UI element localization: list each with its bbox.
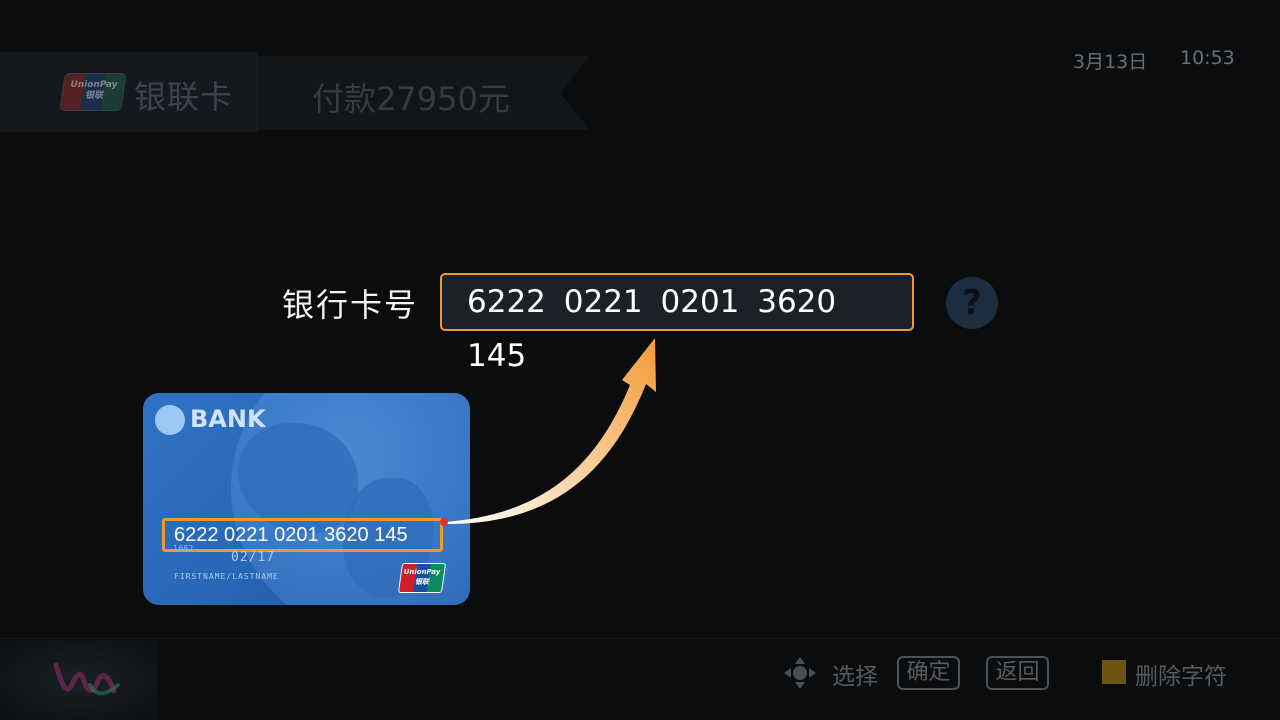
footer-divider — [0, 638, 1280, 639]
card-number-label: 银行卡号 — [282, 286, 419, 324]
status-date: 3月13日 — [1073, 51, 1148, 73]
bank-card-illustration: BANK 6222 0221 0201 3620 145 1682 02/17 … — [143, 393, 470, 605]
yellow-key-icon — [1102, 660, 1126, 684]
dpad-icon — [784, 657, 816, 689]
bank-name: BANK — [190, 405, 266, 433]
unionpay-logo-text: UnionPay 银联 — [70, 80, 118, 101]
brand-logo-icon — [53, 662, 120, 696]
illustration-small-digits: 1682 — [173, 544, 194, 553]
back-key-hint[interactable]: 返回 — [986, 656, 1049, 690]
card-number-input[interactable]: 6222 0221 0201 3620 145 — [440, 273, 914, 374]
payment-amount: 付款27950元 — [312, 80, 510, 118]
illustration-unionpay-text: UnionPay 银联 — [403, 568, 441, 586]
help-button[interactable]: ? — [946, 277, 998, 329]
illustration-expiry: 02/17 — [231, 550, 276, 565]
confirm-key-hint[interactable]: 确定 — [897, 656, 960, 690]
status-time: 10:53 — [1180, 47, 1235, 69]
bank-globe-icon — [155, 405, 185, 435]
card-type-label: 银联卡 — [134, 78, 234, 116]
illustration-card-number: 6222 0221 0201 3620 145 — [162, 518, 443, 552]
illustration-holder-name: FIRSTNAME/LASTNAME — [174, 572, 279, 581]
select-hint-label: 选择 — [832, 664, 878, 690]
delete-char-hint[interactable]: 删除字符 — [1135, 657, 1227, 691]
